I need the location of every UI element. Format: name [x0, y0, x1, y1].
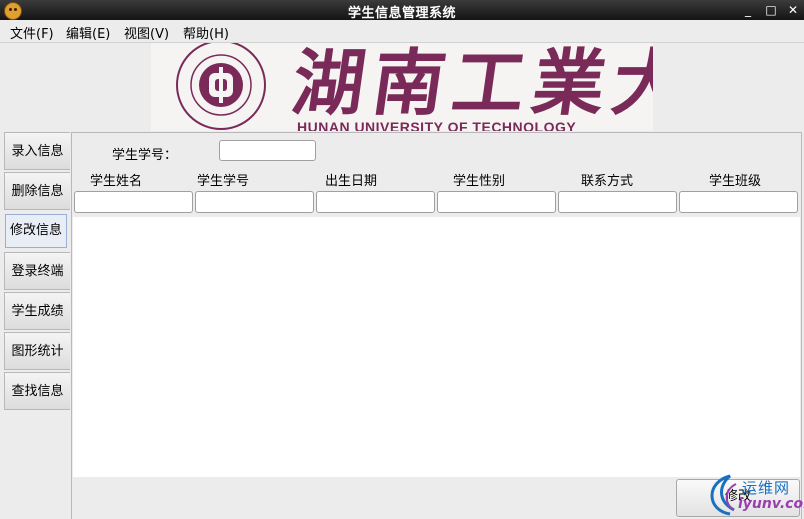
- header-gender: 学生性别: [453, 174, 506, 189]
- menu-bar: 文件(F) 编辑(E) 视图(V) 帮助(H): [0, 20, 804, 43]
- university-name-cn: 湖南工業大学: [287, 43, 653, 125]
- header-class: 学生班级: [709, 174, 762, 189]
- tab-modify-info[interactable]: 修改信息: [5, 214, 67, 248]
- university-seal-icon: [176, 43, 266, 130]
- tab-student-scores[interactable]: 学生成绩: [4, 292, 70, 330]
- modify-button[interactable]: 修改: [676, 479, 800, 517]
- window-title: 学生信息管理系统: [347, 6, 456, 21]
- menu-view[interactable]: 视图(V): [124, 23, 169, 42]
- maximize-icon[interactable]: □: [763, 2, 779, 18]
- header-birth-date: 出生日期: [325, 174, 378, 189]
- tab-add-info[interactable]: 录入信息: [4, 132, 70, 170]
- class-field[interactable]: [679, 191, 798, 213]
- student-id-label: 学生学号：: [112, 148, 178, 163]
- close-icon[interactable]: ✕: [785, 2, 801, 18]
- header-contact: 联系方式: [581, 174, 634, 189]
- birth-date-field[interactable]: [316, 191, 435, 213]
- menu-edit[interactable]: 编辑(E): [66, 23, 110, 42]
- university-name-en: HUNAN UNIVERSITY OF TECHNOLOGY: [297, 119, 577, 131]
- title-bar: 学生信息管理系统 _ □ ✕: [0, 0, 804, 21]
- university-logo-banner: 湖南工業大学 HUNAN UNIVERSITY OF TECHNOLOGY: [151, 43, 653, 131]
- menu-help[interactable]: 帮助(H): [183, 23, 229, 42]
- tab-chart-statistics[interactable]: 图形统计: [4, 332, 70, 370]
- minimize-icon[interactable]: _: [740, 2, 756, 18]
- results-area: [73, 217, 800, 477]
- contact-field[interactable]: [558, 191, 677, 213]
- tab-delete-info[interactable]: 删除信息: [4, 172, 70, 210]
- tab-login-terminal[interactable]: 登录终端: [4, 252, 70, 290]
- menu-file[interactable]: 文件(F): [10, 23, 54, 42]
- student-id-field[interactable]: [195, 191, 314, 213]
- header-student-id: 学生学号: [197, 174, 250, 189]
- name-field[interactable]: [74, 191, 193, 213]
- tab-search-info[interactable]: 查找信息: [4, 372, 70, 410]
- student-id-input[interactable]: [219, 140, 316, 161]
- gender-field[interactable]: [437, 191, 556, 213]
- header-name: 学生姓名: [90, 174, 143, 189]
